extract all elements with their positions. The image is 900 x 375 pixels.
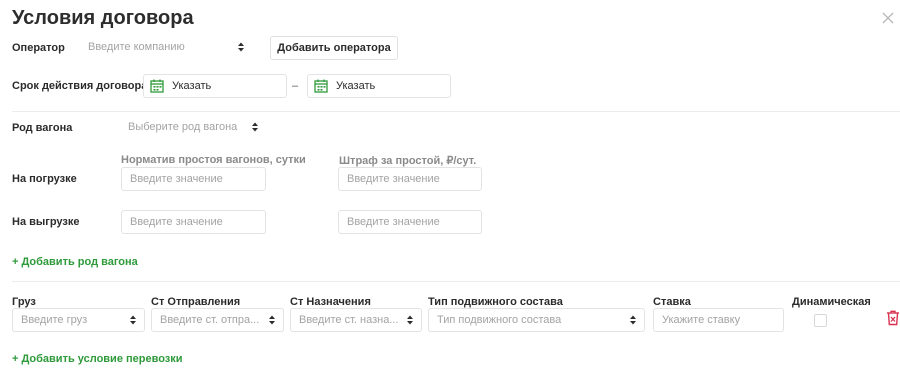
dynamic-header: Динамическая — [792, 296, 871, 308]
departure-station-header: Ст Отправления — [151, 296, 241, 308]
select-arrows-icon — [252, 122, 258, 132]
contract-end-date-field[interactable]: Указать — [307, 74, 451, 98]
contract-start-date-text: Указать — [172, 80, 212, 92]
close-icon[interactable] — [881, 11, 895, 25]
add-transport-condition-text: Добавить условие перевозки — [21, 353, 183, 365]
norm-caption: Норматив простоя вагонов, сутки — [121, 154, 306, 166]
departure-station-select[interactable]: Введите ст. отпра... — [151, 308, 284, 332]
operator-select-placeholder: Введите компанию — [88, 41, 185, 53]
add-operator-button[interactable]: Добавить оператора — [270, 36, 398, 60]
contract-start-date-field[interactable]: Указать — [143, 74, 287, 98]
plus-icon: + — [12, 353, 19, 365]
unloading-norm-input[interactable]: Введите значение — [121, 210, 266, 234]
loading-label: На погрузке — [12, 173, 77, 185]
rate-header: Ставка — [653, 296, 691, 308]
unloading-label: На выгрузке — [12, 216, 80, 228]
wagon-kind-select-placeholder: Выберите род вагона — [128, 121, 238, 133]
rate-placeholder: Укажите ставку — [662, 314, 741, 326]
unloading-norm-placeholder: Введите значение — [130, 216, 223, 228]
section-divider — [12, 281, 900, 282]
section-divider — [12, 111, 900, 112]
add-wagon-kind-text: Добавить род вагона — [21, 256, 138, 268]
destination-station-placeholder: Введите ст. назна... — [299, 314, 399, 326]
unloading-penalty-input[interactable]: Введите значение — [338, 210, 482, 234]
plus-icon: + — [12, 256, 19, 268]
cargo-select-placeholder: Введите груз — [21, 314, 88, 326]
cargo-header: Груз — [12, 296, 36, 308]
rolling-stock-placeholder: Тип подвижного состава — [437, 314, 562, 326]
calendar-icon — [150, 79, 164, 93]
operator-label: Оператор — [12, 42, 65, 54]
add-wagon-kind-link[interactable]: + Добавить род вагона — [12, 256, 138, 268]
date-range-separator: – — [292, 80, 299, 92]
contract-term-label: Срок действия договора — [12, 80, 148, 92]
select-arrows-icon — [630, 315, 636, 325]
departure-station-placeholder: Введите ст. отпра... — [160, 314, 260, 326]
rolling-stock-header: Тип подвижного состава — [428, 296, 563, 308]
calendar-icon — [314, 79, 328, 93]
loading-penalty-input[interactable]: Введите значение — [338, 167, 482, 191]
loading-norm-input[interactable]: Введите значение — [121, 167, 266, 191]
rolling-stock-select[interactable]: Тип подвижного состава — [428, 308, 645, 332]
select-arrows-icon — [130, 315, 136, 325]
select-arrows-icon — [269, 315, 275, 325]
wagon-kind-label: Род вагона — [12, 122, 73, 134]
loading-penalty-placeholder: Введите значение — [347, 173, 440, 185]
add-transport-condition-link[interactable]: + Добавить условие перевозки — [12, 353, 183, 365]
dialog-title: Условия договора — [12, 7, 194, 29]
dynamic-checkbox[interactable] — [814, 314, 827, 327]
destination-station-select[interactable]: Введите ст. назна... — [290, 308, 422, 332]
cargo-select[interactable]: Введите груз — [12, 308, 145, 332]
penalty-caption: Штраф за простой, ₽/сут. — [339, 155, 477, 167]
contract-end-date-text: Указать — [336, 80, 376, 92]
wagon-kind-select[interactable]: Выберите род вагона — [120, 116, 266, 140]
select-arrows-icon — [238, 42, 244, 52]
loading-norm-placeholder: Введите значение — [130, 173, 223, 185]
select-arrows-icon — [407, 315, 413, 325]
rate-input[interactable]: Укажите ставку — [653, 308, 784, 332]
unloading-penalty-placeholder: Введите значение — [347, 216, 440, 228]
operator-select[interactable]: Введите компанию — [80, 36, 252, 60]
delete-trash-icon[interactable] — [886, 310, 900, 326]
destination-station-header: Ст Назначения — [290, 296, 371, 308]
